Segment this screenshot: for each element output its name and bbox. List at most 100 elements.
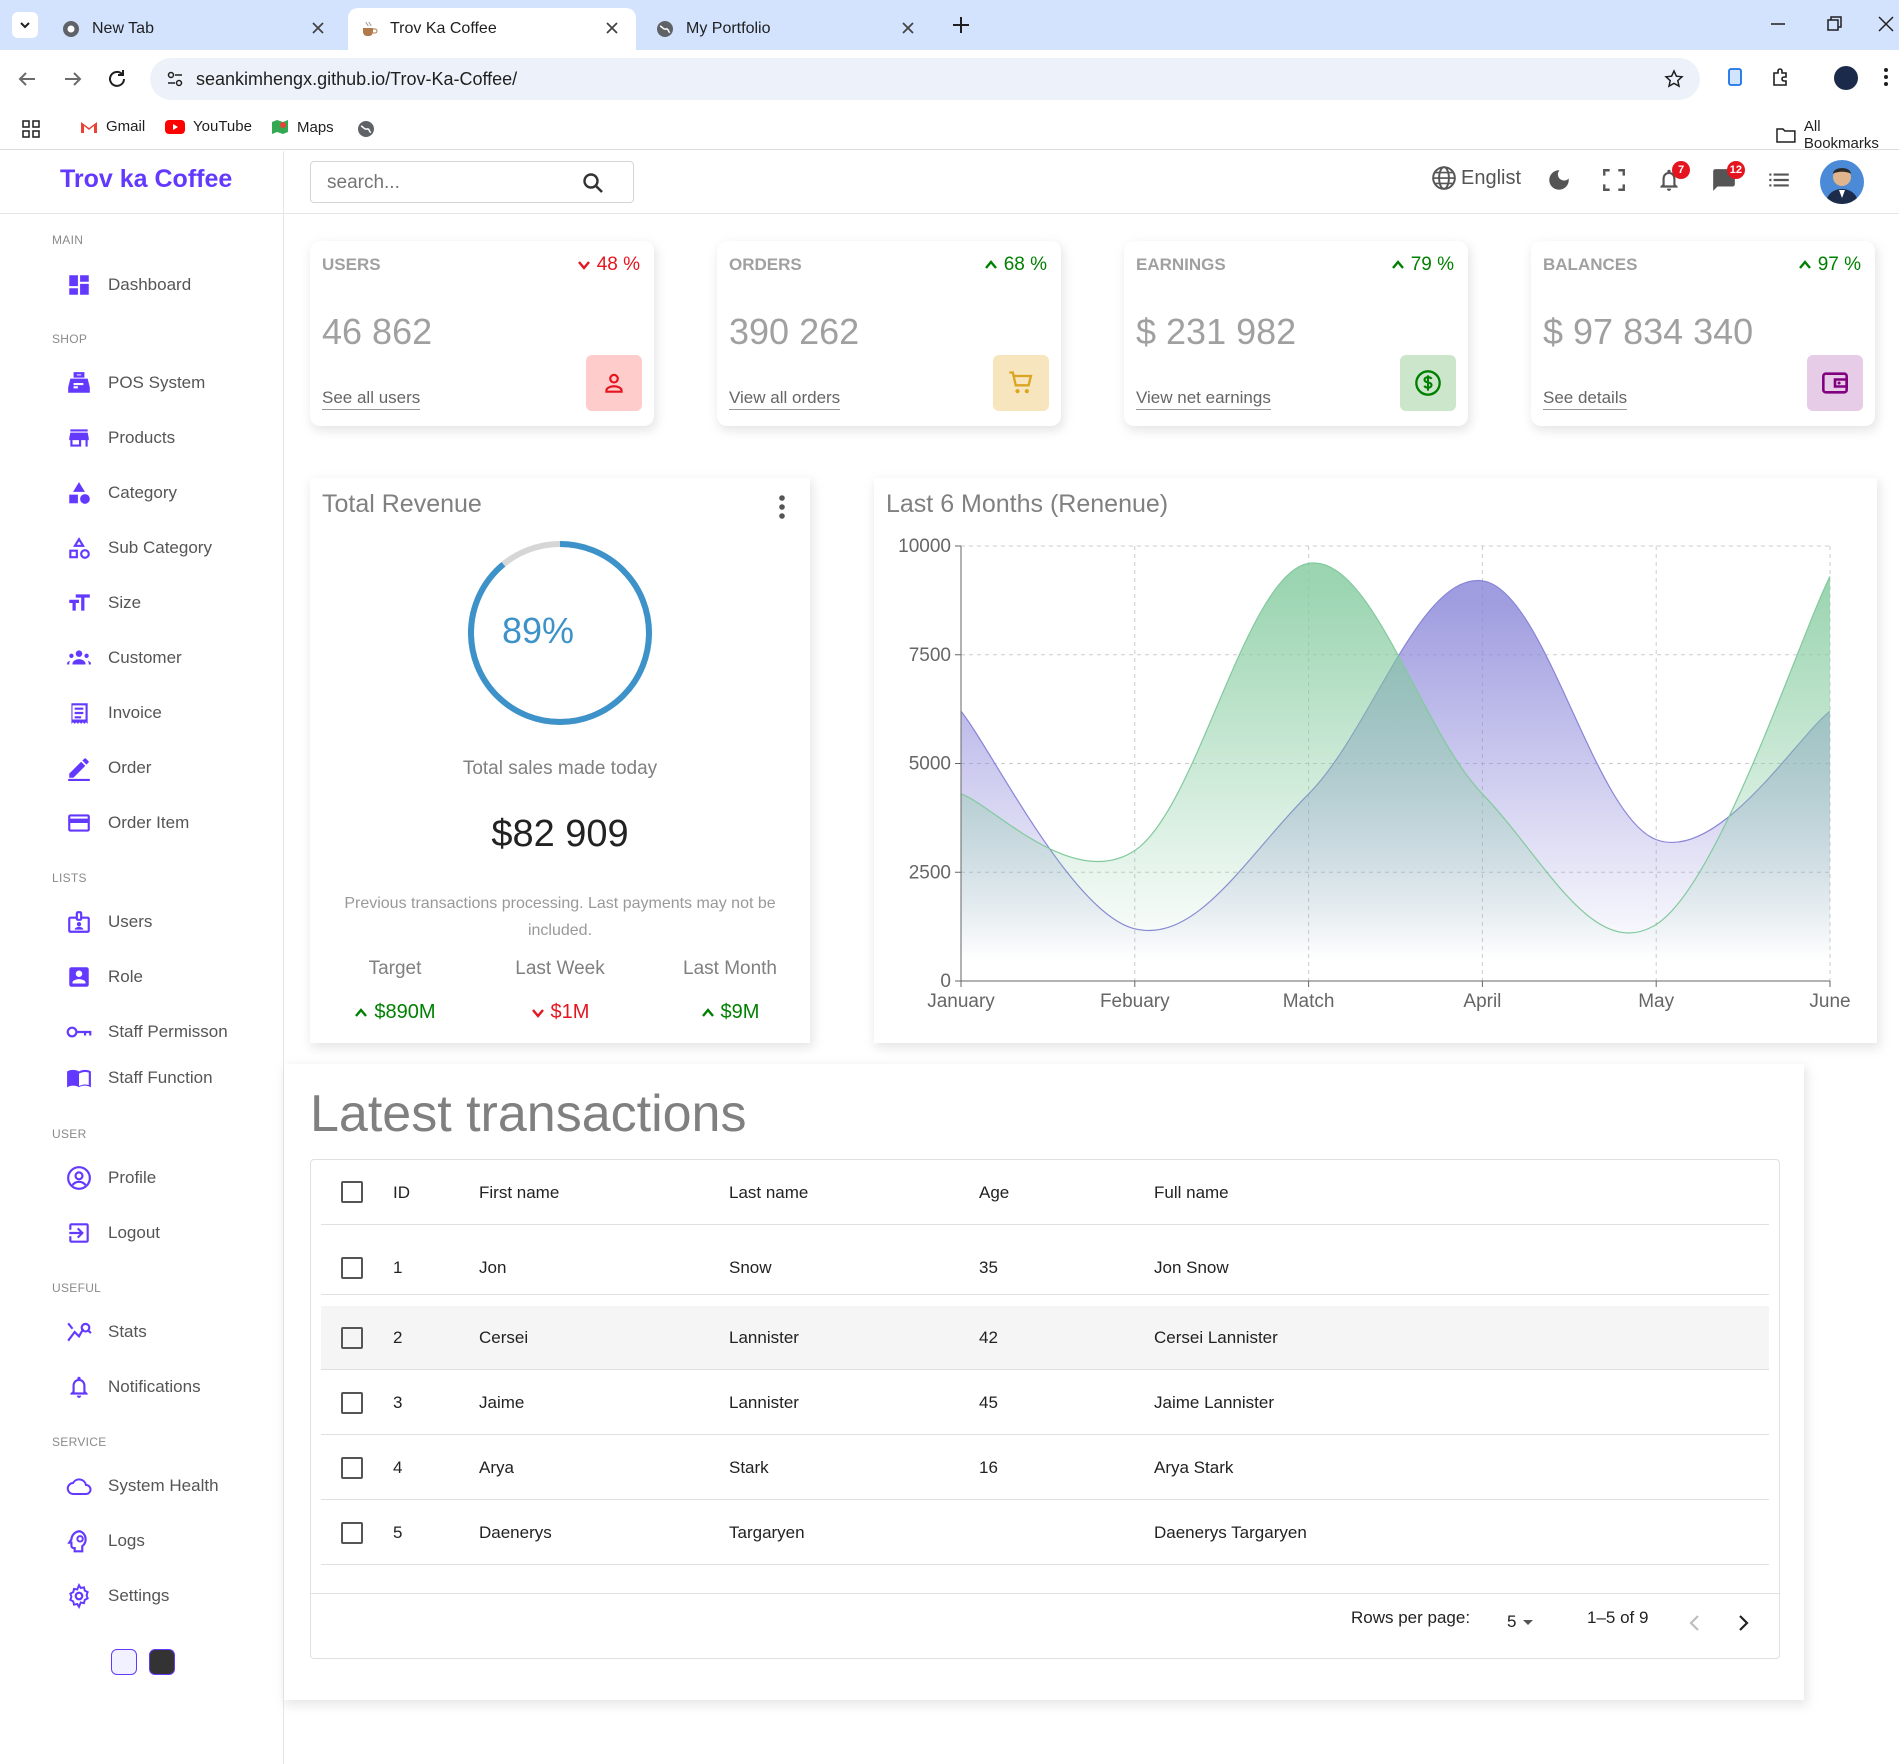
sidebar-item-order[interactable]: Order [66,755,151,781]
bookmark-gmail[interactable]: Gmail [80,118,145,135]
notifications-button[interactable]: 7 [1656,161,1690,193]
sidebar-item-profile[interactable]: Profile [66,1165,156,1191]
more-vert-icon[interactable] [778,494,786,520]
light-theme-option[interactable] [111,1649,137,1675]
sidebar-item-products[interactable]: Products [66,425,175,451]
column-header-full-name[interactable]: Full name [1154,1183,1229,1203]
language-selector[interactable]: Englist [1431,165,1521,191]
close-window-icon[interactable] [1876,14,1896,34]
tab-my-portfolio[interactable]: My Portfolio [642,8,932,50]
sidebar-item-category[interactable]: Category [66,480,177,506]
row-checkbox[interactable] [341,1522,363,1544]
table-row[interactable]: 4 Arya Stark 16 Arya Stark [321,1436,1769,1500]
globe-icon [657,21,673,37]
row-checkbox[interactable] [341,1457,363,1479]
sidebar-item-order-item[interactable]: Order Item [66,810,189,836]
sidebar-item-customer[interactable]: Customer [66,645,182,671]
column-header-id[interactable]: ID [393,1183,410,1203]
restore-icon[interactable] [1824,14,1844,34]
sidebar-item-pos-system[interactable]: POS System [66,370,205,396]
messages-button[interactable]: 12 [1711,161,1745,193]
app-logo[interactable]: Trov ka Coffee [60,165,232,194]
sidebar-item-users[interactable]: Users [66,909,152,935]
cell-last-name: Snow [729,1258,772,1277]
profile-avatar[interactable] [1834,66,1858,90]
badge-icon [68,911,90,933]
list-icon[interactable] [1766,167,1792,193]
widget-link[interactable]: View all orders [729,388,841,410]
menu-kebab-icon[interactable] [1882,66,1890,88]
new-tab-icon[interactable] [950,14,972,36]
section-title-service: SERVICE [52,1435,107,1449]
widget-percentage: 97 % [1798,254,1861,276]
bookmark-maps[interactable]: Maps [271,118,334,136]
sidebar-item-logout[interactable]: Logout [66,1220,160,1246]
table-row[interactable]: 1 Jon Snow 35 Jon Snow [321,1241,1769,1295]
sidebar-item-size[interactable]: Size [66,590,141,616]
extensions-icon[interactable] [1770,66,1792,88]
apps-grid-icon[interactable] [22,120,40,138]
tab-trov-ka-coffee[interactable]: Trov Ka Coffee [348,8,636,50]
all-bookmarks[interactable]: All Bookmarks [1776,118,1899,152]
user-avatar[interactable] [1820,160,1864,204]
bookmark-youtube[interactable]: YouTube [165,118,252,135]
rows-per-page-select[interactable]: 5 [1507,1612,1534,1632]
tab-new-tab[interactable]: New Tab [52,8,342,50]
series-area-1 [961,562,1830,981]
tab-search-button[interactable] [12,12,38,38]
sidebar-item-dashboard[interactable]: Dashboard [66,272,191,298]
search-input[interactable] [327,170,567,196]
omnibox[interactable]: seankimhengx.github.io/Trov-Ka-Coffee/ [150,58,1700,100]
sidebar-item-role[interactable]: Role [66,964,143,990]
sidebar-item-staff-permisson[interactable]: Staff Permisson [66,1019,228,1045]
app-root: Trov ka Coffee MAIN Dashboard SHOP POS S… [0,151,1899,1764]
sidebar-item-stats[interactable]: Stats [66,1319,147,1345]
sidebar-item-settings[interactable]: Settings [66,1583,169,1609]
table-row[interactable]: 3 Jaime Lannister 45 Jaime Lannister [321,1371,1769,1435]
revenue-note: Previous transactions processing. Last p… [344,895,776,939]
widget-percentage-value: 79 % [1410,254,1454,275]
next-page-icon[interactable] [1735,1614,1751,1632]
table-row[interactable]: 2 Cersei Lannister 42 Cersei Lannister [321,1306,1769,1370]
globe-icon[interactable] [357,120,375,138]
back-icon[interactable] [16,68,38,90]
cell-full-name: Jaime Lannister [1154,1393,1275,1412]
widget-link[interactable]: See details [1543,388,1628,410]
fullscreen-icon[interactable] [1601,167,1627,193]
sidebar-item-invoice[interactable]: Invoice [66,700,162,726]
folder-icon [1776,128,1796,143]
close-icon[interactable] [308,18,328,38]
row-checkbox[interactable] [341,1327,363,1349]
dark-theme-option[interactable] [149,1649,175,1675]
search-icon[interactable] [581,171,605,195]
widget-link[interactable]: See all users [322,388,421,410]
sidebar-item-staff-function[interactable]: Staff Function [66,1065,213,1091]
widget-link[interactable]: View net earnings [1136,388,1271,410]
row-checkbox[interactable] [341,1257,363,1279]
row-checkbox[interactable] [341,1392,363,1414]
column-header-first-name[interactable]: First name [479,1183,559,1203]
dark-mode-icon[interactable] [1546,167,1572,193]
reload-icon[interactable] [106,68,128,90]
gmail-icon [81,121,97,133]
minimize-icon[interactable] [1768,14,1788,34]
reading-mode-icon[interactable] [1724,66,1746,88]
close-icon[interactable] [602,18,622,38]
previous-page-icon[interactable] [1687,1614,1703,1632]
sidebar-item-logs[interactable]: Logs [66,1528,145,1554]
sidebar-item-notifications[interactable]: Notifications [66,1374,201,1400]
stats-icon [67,1322,92,1342]
sidebar-item-system-health[interactable]: System Health [66,1473,219,1499]
table-row[interactable]: 5 Daenerys Targaryen Daenerys Targaryen [321,1501,1769,1565]
bookmark-star-icon[interactable] [1664,69,1684,89]
widget-percentage-value: 97 % [1817,254,1861,275]
column-header-last-name[interactable]: Last name [729,1183,808,1203]
column-header-age[interactable]: Age [979,1183,1009,1203]
select-all-checkbox[interactable] [341,1181,363,1203]
chevron-up-icon [984,260,997,269]
site-info-icon[interactable] [166,70,184,88]
close-icon[interactable] [898,18,918,38]
forward-icon[interactable] [62,68,84,90]
sidebar-item-sub-category[interactable]: Sub Category [66,535,212,561]
widget-icon-box [1400,355,1456,411]
